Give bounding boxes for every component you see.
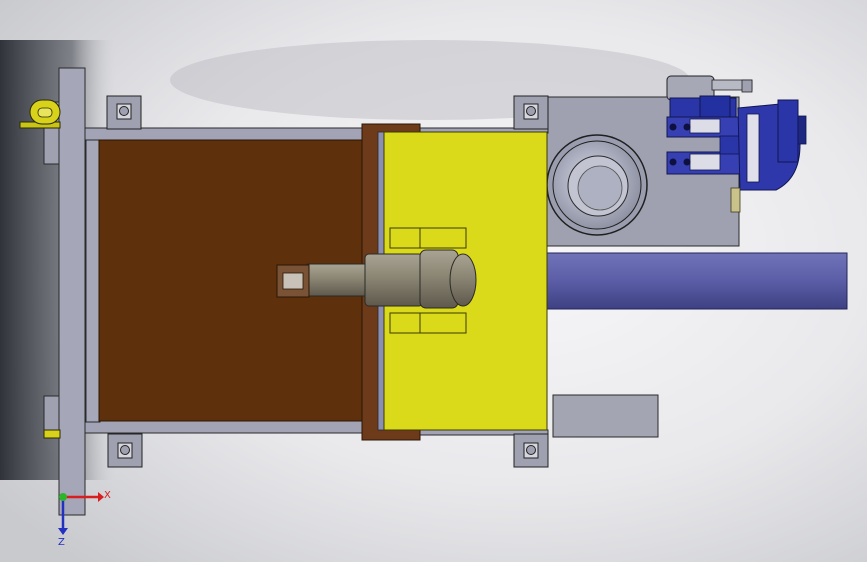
left-clamp-bottom [43, 429, 61, 439]
axis-z-label: Z [58, 537, 65, 548]
pressure-gauge-stem [730, 187, 741, 213]
piston-rod[interactable] [306, 263, 374, 297]
cad-viewport[interactable]: X Z [0, 0, 867, 562]
mount-block-top-left[interactable] [106, 95, 142, 130]
frame-top-rail-left[interactable] [84, 127, 364, 142]
hydraulic-cylinder-barrel[interactable] [544, 252, 848, 310]
clevis-slot [282, 272, 304, 290]
mount-block-bottom-left[interactable] [107, 433, 143, 468]
rod-collar [364, 253, 424, 307]
axis-x-label: X [104, 490, 111, 501]
frame-bottom-rail-left[interactable] [84, 419, 364, 434]
oil-port-core [577, 165, 623, 211]
mount-block-bottom-right[interactable] [513, 433, 549, 468]
rod-end-cap [449, 253, 477, 307]
mount-block-top-right[interactable] [513, 95, 549, 130]
ram-key-top [389, 227, 467, 249]
pump-window [746, 113, 760, 183]
left-frame-post[interactable] [58, 67, 86, 516]
assembly-top-view: X Z [0, 0, 867, 562]
tank-block[interactable] [552, 394, 659, 438]
frame-inner-side [85, 139, 101, 423]
ram-key-bottom [389, 312, 467, 334]
axis-origin [59, 493, 67, 501]
pump-solenoid [777, 99, 799, 163]
